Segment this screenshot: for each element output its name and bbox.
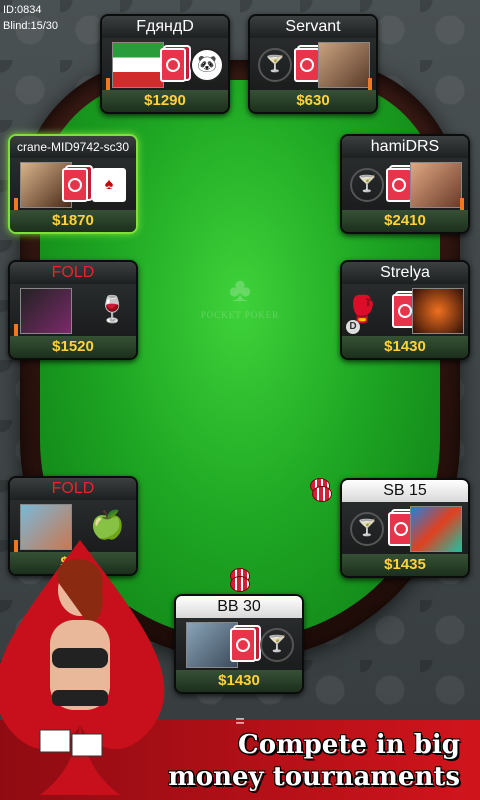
hole-cards-icon — [230, 628, 256, 662]
chip-stack: $1870 — [10, 210, 136, 232]
chip-stack: $1430 — [342, 336, 468, 358]
spade-mascot-icon — [0, 540, 165, 795]
player-name: hamiDRS — [342, 136, 468, 158]
blind-level: Blind:15/30 — [3, 20, 59, 32]
seat-hamidrs[interactable]: hamiDRS 🍸 $2410 — [340, 134, 470, 234]
avatar — [112, 42, 164, 88]
panda-gift-icon: 🐼 — [190, 48, 224, 82]
player-name: Servant — [250, 16, 376, 38]
promo-line-2: money tournaments — [168, 762, 460, 792]
menu-button[interactable]: = — [228, 714, 252, 730]
table-id: ID:0834 — [3, 4, 42, 16]
fold-label: FOLD — [10, 478, 136, 500]
wine-glass-gift-icon: 🍷 — [96, 294, 129, 324]
player-name: Strelya — [342, 262, 468, 284]
blind-label: SB 15 — [342, 480, 468, 502]
seat-small-blind[interactable]: SB 15 🍸 $1435 — [340, 478, 470, 578]
avatar — [412, 288, 464, 334]
cocktail-gift-icon[interactable]: 🍸 — [350, 168, 384, 202]
seat-strelya[interactable]: Strelya 🥊 D $1430 — [340, 260, 470, 360]
bet-chip-icon — [312, 486, 332, 502]
promo-line-1: Compete in big — [238, 730, 460, 760]
playing-cards-gift-icon: ♠ — [92, 168, 126, 202]
table-logo: ♣ POCKET POKER — [190, 270, 290, 320]
cocktail-gift-icon[interactable]: 🍸 — [260, 628, 294, 662]
hud: ID:0834 Blind:15/30 — [3, 2, 58, 34]
hole-cards-icon — [294, 48, 320, 82]
seat-fyandd[interactable]: FдяндD 🐼 $1290 — [100, 14, 230, 114]
chip-stack: $630 — [250, 90, 376, 112]
cocktail-gift-icon[interactable]: 🍸 — [350, 512, 384, 546]
fold-label: FOLD — [10, 262, 136, 284]
blind-label: BB 30 — [176, 596, 302, 618]
seat-crane[interactable]: crane-MID9742-sc30 ♠ $1870 — [8, 134, 138, 234]
dealer-button: D — [346, 320, 360, 334]
chip-stack: $1435 — [342, 554, 468, 576]
avatar — [410, 506, 462, 552]
cocktail-gift-icon[interactable]: 🍸 — [258, 48, 292, 82]
hole-cards-icon — [160, 48, 186, 82]
avatar — [318, 42, 370, 88]
chip-stack: $1520 — [10, 336, 136, 358]
bet-chip-icon — [230, 576, 250, 592]
seat-servant[interactable]: Servant 🍸 $630 — [248, 14, 378, 114]
hole-cards-icon — [62, 168, 88, 202]
chip-stack: $1290 — [102, 90, 228, 112]
hole-cards-icon — [386, 168, 412, 202]
player-name: crane-MID9742-sc30 — [10, 136, 136, 158]
seat-big-blind[interactable]: BB 30 🍸 $1430 — [174, 594, 304, 694]
chip-stack: $1430 — [176, 670, 302, 692]
chip-stack: $2410 — [342, 210, 468, 232]
table-logo-text: POCKET POKER — [200, 310, 280, 320]
avatar — [20, 288, 72, 334]
player-name: FдяндD — [102, 16, 228, 38]
seat-left-fold[interactable]: FOLD 🍷 $1520 — [8, 260, 138, 360]
club-icon: ♣ — [228, 271, 252, 309]
avatar — [410, 162, 462, 208]
